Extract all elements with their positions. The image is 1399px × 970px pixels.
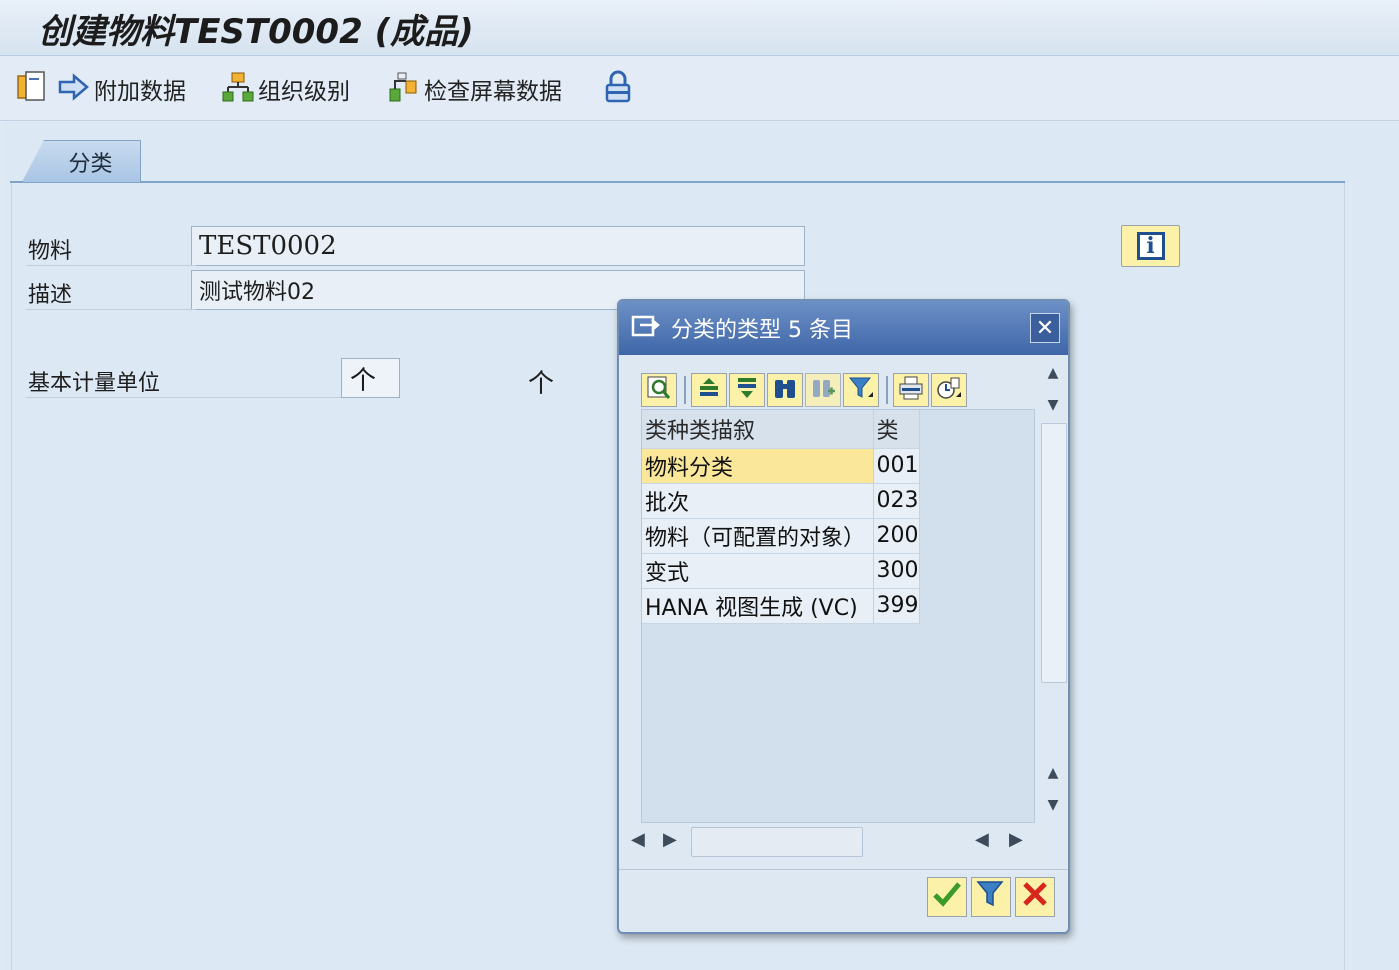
find-button[interactable] — [767, 373, 803, 407]
column-header-class[interactable]: 类 — [873, 410, 920, 449]
base-unit-label: 基本计量单位 — [28, 371, 161, 396]
title-bar: 创建物料TEST0002 (成品) — [0, 0, 1399, 56]
check-screen-icon — [388, 71, 420, 107]
info-icon: i — [1136, 232, 1165, 260]
table-row[interactable]: 变式 300 — [642, 553, 920, 589]
toolbar-additional-data[interactable]: 附加数据 — [58, 71, 186, 107]
scroll-up-icon[interactable]: ▲ — [1043, 763, 1063, 783]
search-icon — [646, 375, 672, 405]
org-levels-icon — [222, 71, 254, 107]
cell-class[interactable]: 300 — [873, 553, 920, 589]
lock-icon — [604, 70, 632, 108]
search-button[interactable] — [641, 373, 677, 407]
scroll-right-icon[interactable]: ▶ — [663, 829, 677, 850]
confirm-icon — [932, 879, 962, 916]
vertical-scrollbar[interactable]: ▲ ▼ ▲ ▼ — [1037, 359, 1069, 819]
column-header-description[interactable]: 类种类描叙 — [642, 410, 874, 449]
material-field[interactable]: TEST0002 — [191, 226, 805, 266]
dialog-footer-divider — [619, 869, 1068, 870]
cell-description[interactable]: 批次 — [642, 483, 874, 519]
additional-data-icon — [58, 73, 90, 105]
description-label: 描述 — [28, 283, 73, 308]
dialog-close-button[interactable]: ✕ — [1030, 313, 1060, 343]
sort-ascending-icon — [696, 375, 722, 405]
lock-button[interactable] — [604, 70, 632, 108]
toolbar-org-levels-label: 组织级别 — [258, 79, 350, 105]
cancel-icon — [1020, 879, 1050, 916]
info-button[interactable]: i — [1121, 225, 1180, 267]
find-next-icon — [810, 375, 836, 405]
tabstrip-line — [10, 181, 1345, 183]
toolbar-additional-data-label: 附加数据 — [94, 79, 186, 105]
dialog-title-bar: 分类的类型 5 条目 ✕ — [619, 301, 1068, 355]
scroll-down-icon[interactable]: ▼ — [1043, 795, 1063, 815]
cell-class[interactable]: 001 — [873, 448, 920, 484]
close-icon: ✕ — [1035, 315, 1055, 341]
table-row[interactable]: 批次 023 — [642, 483, 920, 519]
material-label: 物料 — [28, 239, 73, 264]
cell-description[interactable]: 物料（可配置的对象） — [642, 518, 874, 554]
dialog-toolbar — [641, 371, 1036, 409]
scrollbar-thumb[interactable] — [1041, 423, 1067, 683]
scroll-left-icon[interactable]: ◀ — [631, 829, 645, 850]
filter-icon — [976, 879, 1006, 916]
print-button[interactable] — [893, 373, 929, 407]
row-divider — [26, 309, 196, 310]
cell-class[interactable]: 023 — [873, 483, 920, 519]
print-icon — [898, 375, 924, 405]
find-next-button[interactable] — [805, 373, 841, 407]
new-document-icon — [16, 70, 48, 108]
cell-class[interactable]: 399 — [873, 588, 920, 624]
new-document-button[interactable] — [16, 71, 48, 107]
row-divider — [26, 397, 344, 398]
toolbar-check-screen-label: 检查屏幕数据 — [424, 79, 562, 105]
confirm-button[interactable] — [927, 877, 967, 917]
row-divider — [26, 265, 196, 266]
base-unit-field[interactable]: 个 — [341, 358, 400, 398]
table-row[interactable]: 物料（可配置的对象） 200 — [642, 518, 920, 554]
find-icon — [772, 375, 798, 405]
toolbar-separator — [684, 376, 686, 404]
cancel-button[interactable] — [1015, 877, 1055, 917]
scroll-up-icon[interactable]: ▲ — [1043, 363, 1063, 383]
sort-ascending-button[interactable] — [691, 373, 727, 407]
dialog-filter-button[interactable] — [971, 877, 1011, 917]
filter-icon — [848, 375, 874, 405]
dialog-window-icon — [631, 314, 661, 342]
sort-descending-icon — [734, 375, 760, 405]
scroll-down-icon[interactable]: ▼ — [1043, 395, 1063, 415]
cell-description[interactable]: 物料分类 — [642, 448, 874, 484]
table-row[interactable]: 物料分类 001 — [642, 448, 920, 484]
horizontal-scrollbar[interactable]: ◀ ▶ ◀ ▶ — [627, 823, 1033, 857]
window-title: 创建物料TEST0002 (成品) — [38, 12, 474, 52]
value-help-grid: 类种类描叙 类 物料分类 001 批次 023 物料（可配置的对象） 200 变… — [641, 409, 1035, 823]
sort-descending-button[interactable] — [729, 373, 765, 407]
application-toolbar: 附加数据 组织级别 检查屏幕数据 — [0, 57, 1399, 121]
filter-button[interactable] — [843, 373, 879, 407]
toolbar-org-levels[interactable]: 组织级别 — [222, 71, 350, 107]
export-icon — [936, 375, 962, 405]
toolbar-separator — [886, 376, 888, 404]
cell-description[interactable]: HANA 视图生成 (VC) — [642, 588, 874, 624]
dialog-title: 分类的类型 5 条目 — [671, 318, 853, 343]
toolbar-check-screen[interactable]: 检查屏幕数据 — [388, 71, 562, 107]
export-button[interactable] — [931, 373, 967, 407]
base-unit-text: 个 — [528, 369, 555, 399]
cell-class[interactable]: 200 — [873, 518, 920, 554]
scroll-right-icon[interactable]: ▶ — [1009, 829, 1023, 850]
scrollbar-thumb[interactable] — [691, 827, 863, 857]
table-row[interactable]: HANA 视图生成 (VC) 399 — [642, 588, 920, 624]
cell-description[interactable]: 变式 — [642, 553, 874, 589]
scroll-left-icon[interactable]: ◀ — [975, 829, 989, 850]
value-help-dialog: 分类的类型 5 条目 ✕ 类种类描叙 类 物料分类 001 批次 023 物料（… — [617, 299, 1070, 934]
